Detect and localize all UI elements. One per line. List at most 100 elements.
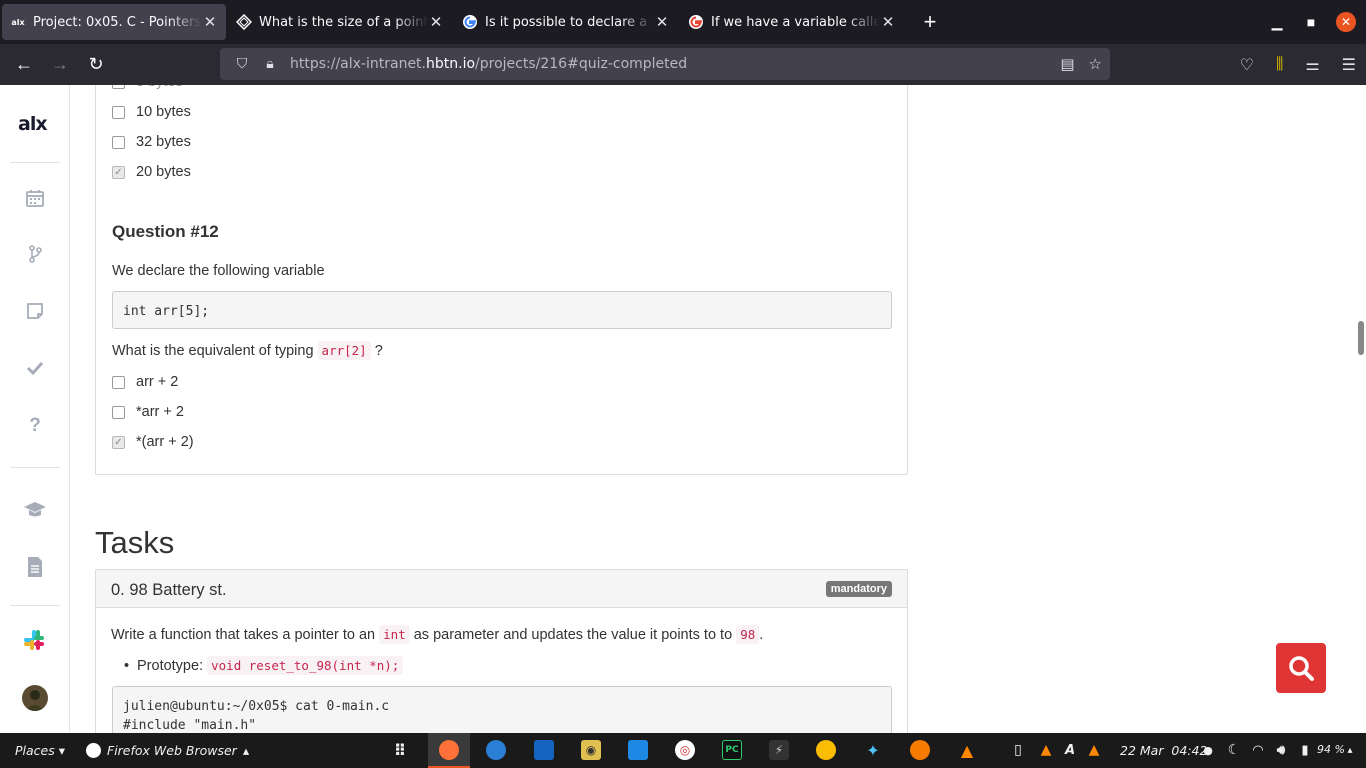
system-taskbar: Places ▾ Firefox Web Browser ▴ ⠿ ◉ ◎ PC … — [0, 733, 1366, 768]
tab-variable-var[interactable]: If we have a variable called var ✕ — [680, 4, 904, 40]
close-icon[interactable]: ✕ — [428, 13, 444, 31]
scrollbar-thumb[interactable] — [1358, 321, 1364, 355]
question-title: Question #12 — [112, 222, 219, 241]
vscode-icon[interactable]: ✦ — [863, 740, 883, 760]
places-menu[interactable]: Places ▾ — [15, 743, 65, 758]
battery-icon[interactable]: ▮ — [1295, 740, 1315, 760]
option-label: arr + 2 — [136, 374, 179, 390]
text-input-icon[interactable]: A — [1060, 740, 1080, 760]
close-icon[interactable]: ✕ — [880, 13, 896, 31]
window-close-icon[interactable]: ✕ — [1336, 12, 1356, 32]
mandatory-badge: mandatory — [825, 581, 892, 597]
reload-icon[interactable]: ↻ — [78, 54, 114, 75]
forward-arrow-icon[interactable]: → — [42, 54, 78, 75]
firefox-icon[interactable] — [439, 740, 459, 760]
calendar-icon[interactable] — [22, 185, 48, 211]
browser-tab-strip: alx Project: 0x05. C - Pointers, arrays … — [0, 0, 1366, 44]
task-title: 0. 98 Battery st. — [111, 581, 227, 599]
terminal-icon[interactable]: ⚡ — [769, 740, 789, 760]
shield-icon[interactable]: ⛉ — [228, 56, 256, 72]
vlc-icon[interactable]: ▲ — [957, 740, 977, 760]
vlc-tray-icon[interactable]: ▲ — [1036, 740, 1056, 760]
quiz-option: arr + 2 — [112, 374, 178, 390]
clock[interactable]: 22 Mar 04:42 — [1120, 743, 1207, 758]
reader-view-icon[interactable]: ▤ — [1060, 55, 1074, 73]
divider — [10, 162, 60, 163]
files-icon[interactable] — [534, 740, 554, 760]
option-label: 32 bytes — [136, 134, 191, 150]
question-icon[interactable]: ? — [22, 413, 48, 439]
quiz-option: ✓ 20 bytes — [112, 164, 191, 180]
bookmark-star-icon[interactable]: ☆ — [1089, 55, 1102, 73]
places-label: Places — [15, 743, 55, 758]
check-icon[interactable] — [22, 355, 48, 381]
tab-title: Is it possible to declare a pointer — [485, 14, 654, 30]
option-label: *arr + 2 — [136, 404, 184, 420]
prompt-text: What is the equivalent of typing — [112, 343, 318, 359]
checkbox[interactable] — [112, 405, 125, 419]
writer-icon[interactable] — [628, 740, 648, 760]
url-prefix: https://alx-intranet. — [290, 56, 427, 72]
menu-icon[interactable]: ☰ — [1342, 55, 1356, 75]
note-icon[interactable] — [22, 298, 48, 324]
url-bar[interactable]: ⛉ 🔒︎ https://alx-intranet. hbtn.io/projec… — [220, 48, 1110, 80]
vlc-tray-icon-2[interactable]: ▲ — [1084, 740, 1104, 760]
volume-icon[interactable]: 🔊︎ — [1271, 740, 1291, 760]
checkbox[interactable] — [112, 85, 125, 89]
pycharm-icon[interactable]: PC — [722, 740, 742, 760]
quiz-option: ✓ *(arr + 2) — [112, 434, 194, 450]
prototype-label: Prototype: — [137, 658, 208, 674]
minimize-icon[interactable]: ▁ — [1260, 14, 1294, 31]
tab-declare-pointer[interactable]: Is it possible to declare a pointer ✕ — [454, 4, 678, 40]
quiz-option: 8 bytes — [112, 85, 183, 90]
checkbox-checked[interactable]: ✓ — [112, 435, 125, 449]
slack-icon[interactable] — [22, 628, 48, 654]
inline-code: arr[2] — [317, 341, 371, 360]
google-icon — [688, 14, 704, 30]
codementor-icon — [236, 14, 252, 30]
tab-pointer-size[interactable]: What is the size of a pointer in C ✕ — [228, 4, 452, 40]
task-card: 0. 98 Battery st. mandatory Write a func… — [95, 569, 908, 733]
tab-title: What is the size of a pointer in C — [259, 14, 428, 30]
active-app-menu[interactable]: Firefox Web Browser ▴ — [86, 743, 249, 758]
branch-icon[interactable] — [22, 241, 48, 267]
pocket-icon[interactable]: ♡ — [1240, 55, 1254, 75]
thunderbird-icon[interactable] — [486, 740, 506, 760]
close-icon[interactable]: ✕ — [654, 13, 670, 31]
search-button[interactable] — [1276, 643, 1326, 693]
chrome-icon[interactable] — [816, 740, 836, 760]
record-dot-icon[interactable]: ● — [1198, 740, 1218, 760]
media-icon[interactable]: ◉ — [581, 740, 601, 760]
option-label: *(arr + 2) — [136, 434, 194, 450]
night-mode-icon[interactable]: ☾ — [1224, 740, 1244, 760]
navigation-toolbar: ← → ↻ ⛉ 🔒︎ https://alx-intranet. hbtn.io /… — [0, 44, 1366, 85]
checkbox[interactable] — [112, 105, 125, 119]
prototype-item: Prototype: void reset_to_98(int *n); — [124, 656, 404, 675]
blender-icon[interactable] — [910, 740, 930, 760]
avatar[interactable] — [22, 685, 48, 711]
app-grid-icon[interactable]: ⠿ — [390, 740, 410, 760]
lock-icon[interactable]: 🔒︎ — [256, 56, 284, 72]
new-tab-button[interactable]: + — [916, 9, 944, 35]
graduation-cap-icon[interactable] — [22, 497, 48, 523]
inline-code: int — [379, 625, 410, 644]
tab-alx-project[interactable]: alx Project: 0x05. C - Pointers, arrays … — [2, 4, 226, 40]
system-menu-icon[interactable]: ▴ — [1340, 740, 1360, 760]
task-header: 0. 98 Battery st. mandatory — [96, 570, 907, 608]
maximize-icon[interactable]: ■ — [1294, 14, 1328, 30]
close-icon[interactable]: ✕ — [202, 13, 218, 31]
help-icon[interactable]: ◎ — [675, 740, 695, 760]
phone-icon[interactable]: ▯ — [1008, 740, 1028, 760]
alx-logo[interactable]: alx — [18, 113, 48, 135]
document-icon[interactable] — [22, 554, 48, 580]
url-path: /projects/216#quiz-completed — [475, 56, 688, 72]
extension-icon[interactable]: ⫼ — [1276, 56, 1283, 74]
question-code-block: int arr[5]; — [112, 291, 892, 329]
wifi-icon[interactable]: ◠ — [1248, 740, 1268, 760]
back-arrow-icon[interactable]: ← — [6, 54, 42, 75]
checkbox[interactable] — [112, 375, 125, 389]
checkbox[interactable] — [112, 135, 125, 149]
equalizer-icon[interactable]: ⚌ — [1305, 55, 1319, 75]
checkbox-checked[interactable]: ✓ — [112, 165, 125, 179]
date-label: 22 Mar — [1120, 743, 1164, 758]
